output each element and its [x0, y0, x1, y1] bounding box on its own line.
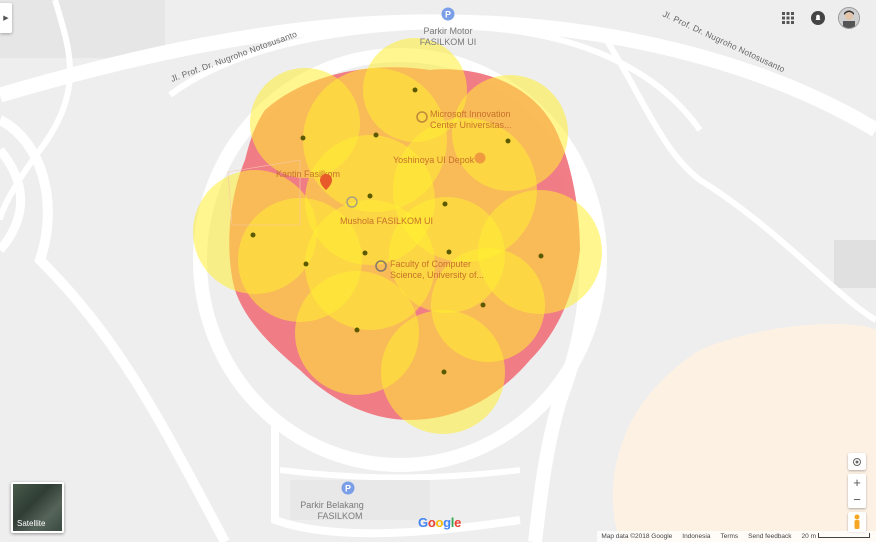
restaurant-icon: [474, 152, 486, 164]
access-point-dot: [250, 232, 256, 238]
google-logo: Google: [418, 515, 461, 530]
poi-label: Parkir Motor: [423, 26, 472, 36]
poi-label: Parkir Belakang: [300, 500, 364, 510]
scale-label: 20 m: [801, 533, 816, 540]
access-point-dot: [538, 253, 544, 259]
poi-label: Faculty of Computer: [390, 259, 471, 269]
poi-microsoft-innovation-center[interactable]: Microsoft Innovation Center Universitas.…: [416, 109, 512, 130]
scale-indicator[interactable]: 20 m: [802, 533, 870, 540]
google-logo-letter: g: [443, 515, 451, 530]
svg-text:P: P: [445, 10, 451, 20]
access-point-dot: [354, 327, 360, 333]
google-logo-letter: o: [435, 515, 444, 530]
poi-faculty-computer-science[interactable]: Faculty of Computer Science, University …: [375, 259, 484, 280]
poi-yoshinoya[interactable]: Yoshinoya UI Depok: [393, 152, 486, 166]
map-data-text: Map data ©2018 Google: [601, 533, 673, 540]
poi-label: Yoshinoya UI Depok: [393, 155, 475, 165]
svg-text:P: P: [345, 484, 351, 494]
account-avatar[interactable]: [838, 7, 860, 29]
terms-link[interactable]: Terms: [720, 533, 738, 540]
attribution-bar: Map data ©2018 Google Indonesia Terms Se…: [597, 531, 876, 542]
poi-label: FASILKOM: [317, 511, 362, 521]
access-point-dot: [303, 261, 309, 267]
poi-label: FASILKOM UI: [420, 37, 477, 47]
apps-grid-icon[interactable]: [778, 8, 798, 28]
access-point-dot: [300, 135, 306, 141]
access-point-dot: [362, 250, 368, 256]
access-point-dot: [373, 132, 379, 138]
pegman-icon[interactable]: [848, 512, 866, 532]
satellite-toggle[interactable]: Satellite: [11, 482, 64, 533]
poi-label: Mushola FASILKOM UI: [340, 216, 433, 226]
poi-label: Microsoft Innovation: [430, 109, 511, 119]
collapse-panel-button[interactable]: ▶: [0, 3, 12, 33]
region-link[interactable]: Indonesia: [682, 533, 710, 540]
zoom-in-button[interactable]: +: [848, 474, 866, 491]
zoom-out-button[interactable]: −: [848, 491, 866, 508]
access-point-dot: [441, 369, 447, 375]
access-point-dot: [412, 87, 418, 93]
triangle-right-icon: ▶: [3, 15, 9, 22]
access-point-dot: [442, 201, 448, 207]
notifications-icon[interactable]: [808, 8, 828, 28]
poi-label: Center Universitas...: [430, 120, 512, 130]
access-point-dot: [480, 302, 486, 308]
google-logo-letter: G: [418, 515, 428, 530]
scale-bar: [818, 533, 870, 538]
map-canvas[interactable]: Jl. Prof. Dr. Nugroho Notosusanto Jl. Pr…: [0, 0, 876, 542]
access-point-dot: [446, 249, 452, 255]
my-location-button[interactable]: [848, 453, 866, 470]
send-feedback-link[interactable]: Send feedback: [748, 533, 791, 540]
poi-label: Science, University of...: [390, 270, 484, 280]
google-logo-letter: e: [454, 515, 462, 530]
access-point-dot: [367, 193, 373, 199]
my-location-icon: [853, 457, 861, 466]
access-point-dot: [505, 138, 511, 144]
satellite-label: Satellite: [17, 519, 46, 528]
